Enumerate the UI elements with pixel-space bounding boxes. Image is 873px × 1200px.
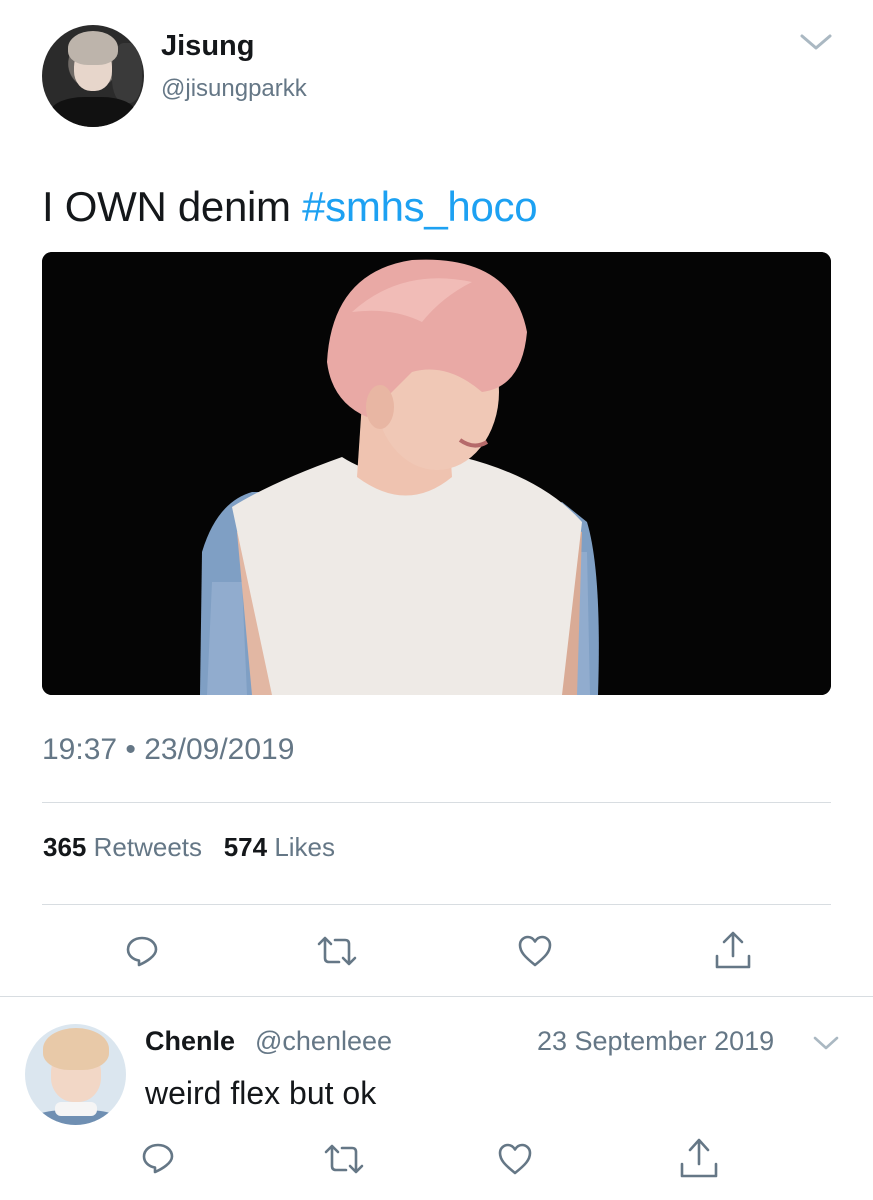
author-handle[interactable]: @jisungparkk xyxy=(161,75,307,103)
retweets-label[interactable]: Retweets xyxy=(94,832,202,862)
tweet-timestamp[interactable]: 19:37 • 23/09/2019 xyxy=(42,733,294,767)
tweet-text: I OWN denim #smhs_hoco xyxy=(42,183,538,231)
author-name[interactable]: Jisung xyxy=(161,30,254,63)
reply-date[interactable]: 23 September 2019 xyxy=(537,1026,774,1057)
divider xyxy=(42,802,831,803)
share-icon[interactable] xyxy=(679,1137,719,1179)
author-avatar[interactable] xyxy=(42,25,144,127)
tweet-photo[interactable] xyxy=(42,252,831,695)
heart-icon[interactable] xyxy=(517,934,553,968)
hashtag-link[interactable]: #smhs_hoco xyxy=(302,183,537,230)
reply-icon[interactable] xyxy=(140,1140,176,1176)
retweets-count[interactable]: 365 xyxy=(43,832,86,862)
likes-label[interactable]: Likes xyxy=(274,832,335,862)
likes-count[interactable]: 574 xyxy=(224,832,267,862)
reply-author-handle[interactable]: @chenleee xyxy=(255,1026,392,1057)
chevron-down-icon[interactable] xyxy=(812,1033,840,1053)
heart-icon[interactable] xyxy=(497,1142,533,1176)
reply-author-name[interactable]: Chenle xyxy=(145,1026,235,1057)
reply-author-avatar[interactable] xyxy=(25,1024,126,1125)
tweet-text-body: I OWN denim xyxy=(42,183,303,230)
reply-icon[interactable] xyxy=(124,933,160,969)
retweet-icon[interactable] xyxy=(315,934,359,968)
share-icon[interactable] xyxy=(714,930,752,970)
photo-illustration xyxy=(42,252,831,695)
tweet-stats: 365 Retweets 574 Likes xyxy=(43,832,335,863)
chevron-down-icon[interactable] xyxy=(798,28,834,56)
reply-text: weird flex but ok xyxy=(145,1075,377,1111)
divider xyxy=(42,904,831,905)
divider xyxy=(0,996,873,997)
retweet-icon[interactable] xyxy=(322,1142,366,1176)
